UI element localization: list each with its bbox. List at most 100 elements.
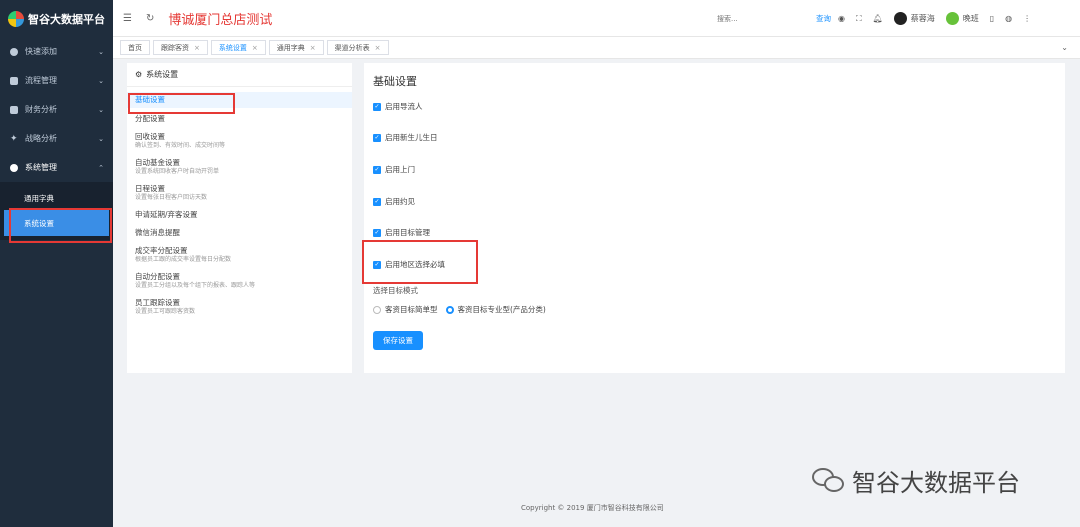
target-mode-label: 选择目标模式 xyxy=(373,286,418,295)
avatar xyxy=(893,12,907,25)
chevron-down-icon[interactable]: ⌄ xyxy=(1061,43,1068,52)
target-mode-radio-group: 客资目标简单型 客资目标专业型(产品分类) xyxy=(373,304,546,315)
checkbox-checked-icon: ✓ xyxy=(373,197,381,206)
sidebar-item-label: 财务分析 xyxy=(25,105,57,114)
strategy-icon: ✦ xyxy=(10,133,18,144)
settings-item-name: 回收设置 xyxy=(135,132,165,141)
user-name: 蔡蓉海 xyxy=(910,14,935,23)
settings-item-desc: 根据员工跟的成交率设置每日分配数 xyxy=(135,256,232,263)
app-logo[interactable]: 智谷大数据平台 xyxy=(0,0,113,37)
tab-label: 跟踪客资 xyxy=(161,43,189,52)
globe-icon[interactable]: ◍ xyxy=(1005,14,1012,23)
target-icon[interactable]: ◉ xyxy=(838,14,845,23)
basic-settings-panel: 基础设置 ✓ 启用导流人 ✓ 启用新生儿生日 ✓ 启用上门 ✓ 启用约见 ✓ 启… xyxy=(364,63,1065,373)
chevron-down-icon: ⌄ xyxy=(98,105,104,114)
search-button[interactable]: 查询 xyxy=(816,13,831,24)
shift-name: 晚班 xyxy=(962,14,979,23)
more-icon[interactable]: ⋮ xyxy=(1023,14,1031,23)
save-settings-button[interactable]: 保存设置 xyxy=(373,331,423,350)
checkbox-guide-person[interactable]: ✓ 启用导流人 xyxy=(373,101,423,112)
settings-item-name: 自动基金设置 xyxy=(135,158,180,167)
sidebar-subitem-system-settings[interactable]: 系统设置 xyxy=(4,210,109,236)
checkbox-checked-icon: ✓ xyxy=(373,228,381,237)
tab-system-settings[interactable]: 系统设置 × xyxy=(210,40,266,55)
close-icon[interactable]: × xyxy=(375,44,381,52)
radio-simple[interactable] xyxy=(373,305,381,314)
checkbox-newborn-birthday[interactable]: ✓ 启用新生儿生日 xyxy=(373,132,438,143)
footer-copyright: Copyright © 2019 厦门市智谷科技有限公司 xyxy=(521,504,664,512)
settings-menu-panel: ⚙ 系统设置 基础设置 分配设置 回收设置 确认签到、有效时间、成交时间等 自动… xyxy=(127,63,352,373)
checkbox-visit[interactable]: ✓ 启用上门 xyxy=(373,164,415,175)
tab-home[interactable]: 首页 xyxy=(120,40,150,55)
flow-icon xyxy=(10,76,18,85)
radio-professional[interactable] xyxy=(445,305,454,314)
checkbox-checked-icon: ✓ xyxy=(373,165,381,174)
settings-item-recycle[interactable]: 回收设置 确认签到、有效时间、成交时间等 xyxy=(127,132,352,150)
checkbox-checked-icon: ✓ xyxy=(373,102,381,111)
tab-dictionary[interactable]: 通用字典 × xyxy=(268,40,324,55)
settings-item-name: 成交率分配设置 xyxy=(135,246,188,255)
chevron-down-icon: ⌄ xyxy=(98,47,104,56)
mobile-icon[interactable]: ▯ xyxy=(990,14,994,23)
gear-icon xyxy=(10,163,18,172)
settings-item-name: 微信消息提醒 xyxy=(135,228,180,237)
settings-item-auto-allocation[interactable]: 自动分配设置 设置员工分组以及每个组下的报表、跟踪人等 xyxy=(127,272,352,290)
sidebar-submenu: 通用字典 系统设置 xyxy=(0,182,113,240)
sidebar-item-finance[interactable]: 财务分析 ⌄ xyxy=(0,95,113,124)
tabs-bar: 首页 跟踪客资 × 系统设置 × 通用字典 × 渠道分析表 × ⌄ xyxy=(113,37,1080,59)
fullscreen-icon[interactable]: ⛶ xyxy=(856,14,862,24)
settings-item-name: 分配设置 xyxy=(135,114,165,123)
search-input[interactable] xyxy=(717,12,777,25)
tab-label: 通用字典 xyxy=(276,43,305,52)
settings-item-extension[interactable]: 申请延期/弃客设置 xyxy=(127,210,352,220)
checkbox-label: 启用约见 xyxy=(385,197,415,206)
settings-menu-title: 系统设置 xyxy=(146,70,179,79)
close-icon[interactable]: × xyxy=(194,44,200,52)
sidebar-subitem-dictionary[interactable]: 通用字典 xyxy=(0,186,113,210)
chevron-down-icon: ⌄ xyxy=(98,76,104,85)
bell-icon[interactable]: 🔔︎ xyxy=(873,14,883,23)
checkbox-checked-icon: ✓ xyxy=(373,260,381,269)
checkbox-region-required[interactable]: ✓ 启用地区选择必填 xyxy=(373,259,445,270)
settings-item-name: 申请延期/弃客设置 xyxy=(135,210,198,219)
settings-item-conversion-allocation[interactable]: 成交率分配设置 根据员工跟的成交率设置每日分配数 xyxy=(127,246,352,264)
tab-label: 渠道分析表 xyxy=(334,43,370,52)
sidebar-item-label: 快速添加 xyxy=(25,47,57,56)
checkbox-label: 启用地区选择必填 xyxy=(385,260,445,269)
settings-item-desc: 确认签到、有效时间、成交时间等 xyxy=(135,142,226,149)
settings-menu-header: ⚙ 系统设置 xyxy=(127,63,352,87)
shift-account[interactable]: 晚班 xyxy=(945,12,979,25)
settings-item-schedule[interactable]: 日程设置 设置每张日程客户回访天数 xyxy=(127,184,352,202)
tab-channel-analysis[interactable]: 渠道分析表 × xyxy=(326,40,389,55)
checkbox-label: 启用上门 xyxy=(385,165,415,174)
settings-item-basic[interactable]: 基础设置 xyxy=(127,92,352,108)
store-title: 博诚厦门总店测试 xyxy=(168,12,273,28)
checkbox-target-management[interactable]: ✓ 启用目标管理 xyxy=(373,227,430,238)
sidebar: 智谷大数据平台 快速添加 ⌄ 流程管理 ⌄ 财务分析 ⌄ ✦ 战略分析 ⌄ 系统… xyxy=(0,0,113,527)
checkbox-appointment[interactable]: ✓ 启用约见 xyxy=(373,196,415,207)
chevron-down-icon: ⌄ xyxy=(98,134,104,143)
sidebar-item-strategy[interactable]: ✦ 战略分析 ⌄ xyxy=(0,124,113,153)
tab-track-clients[interactable]: 跟踪客资 × xyxy=(153,40,208,55)
settings-item-auto-fund[interactable]: 自动基金设置 设置系统回收客户时自动开罚单 xyxy=(127,158,352,176)
basic-settings-title: 基础设置 xyxy=(373,75,417,88)
menu-toggle-icon[interactable]: ☰ xyxy=(123,13,132,24)
sidebar-item-process[interactable]: 流程管理 ⌄ xyxy=(0,66,113,95)
close-icon[interactable]: × xyxy=(252,44,258,52)
app-title: 智谷大数据平台 xyxy=(28,12,105,26)
sidebar-item-system[interactable]: 系统管理 ⌃ xyxy=(0,153,113,182)
settings-menu-list: 基础设置 分配设置 回收设置 确认签到、有效时间、成交时间等 自动基金设置 设置… xyxy=(127,87,352,316)
close-icon[interactable]: × xyxy=(310,44,316,52)
settings-item-allocation[interactable]: 分配设置 xyxy=(127,114,352,124)
settings-item-wechat-reminder[interactable]: 微信消息提醒 xyxy=(127,228,352,238)
user-account[interactable]: 蔡蓉海 xyxy=(893,12,935,25)
sidebar-item-quick-add[interactable]: 快速添加 ⌄ xyxy=(0,37,113,66)
finance-icon xyxy=(10,105,18,114)
avatar xyxy=(945,12,959,25)
refresh-icon[interactable]: ↻ xyxy=(146,13,154,24)
settings-item-staff-tracking[interactable]: 员工跟踪设置 设置员工可跟踪客资数 xyxy=(127,298,352,316)
sidebar-item-label: 战略分析 xyxy=(25,134,57,143)
settings-item-desc: 设置系统回收客户时自动开罚单 xyxy=(135,168,220,175)
settings-item-name: 自动分配设置 xyxy=(135,272,180,281)
plus-circle-icon xyxy=(10,47,18,56)
